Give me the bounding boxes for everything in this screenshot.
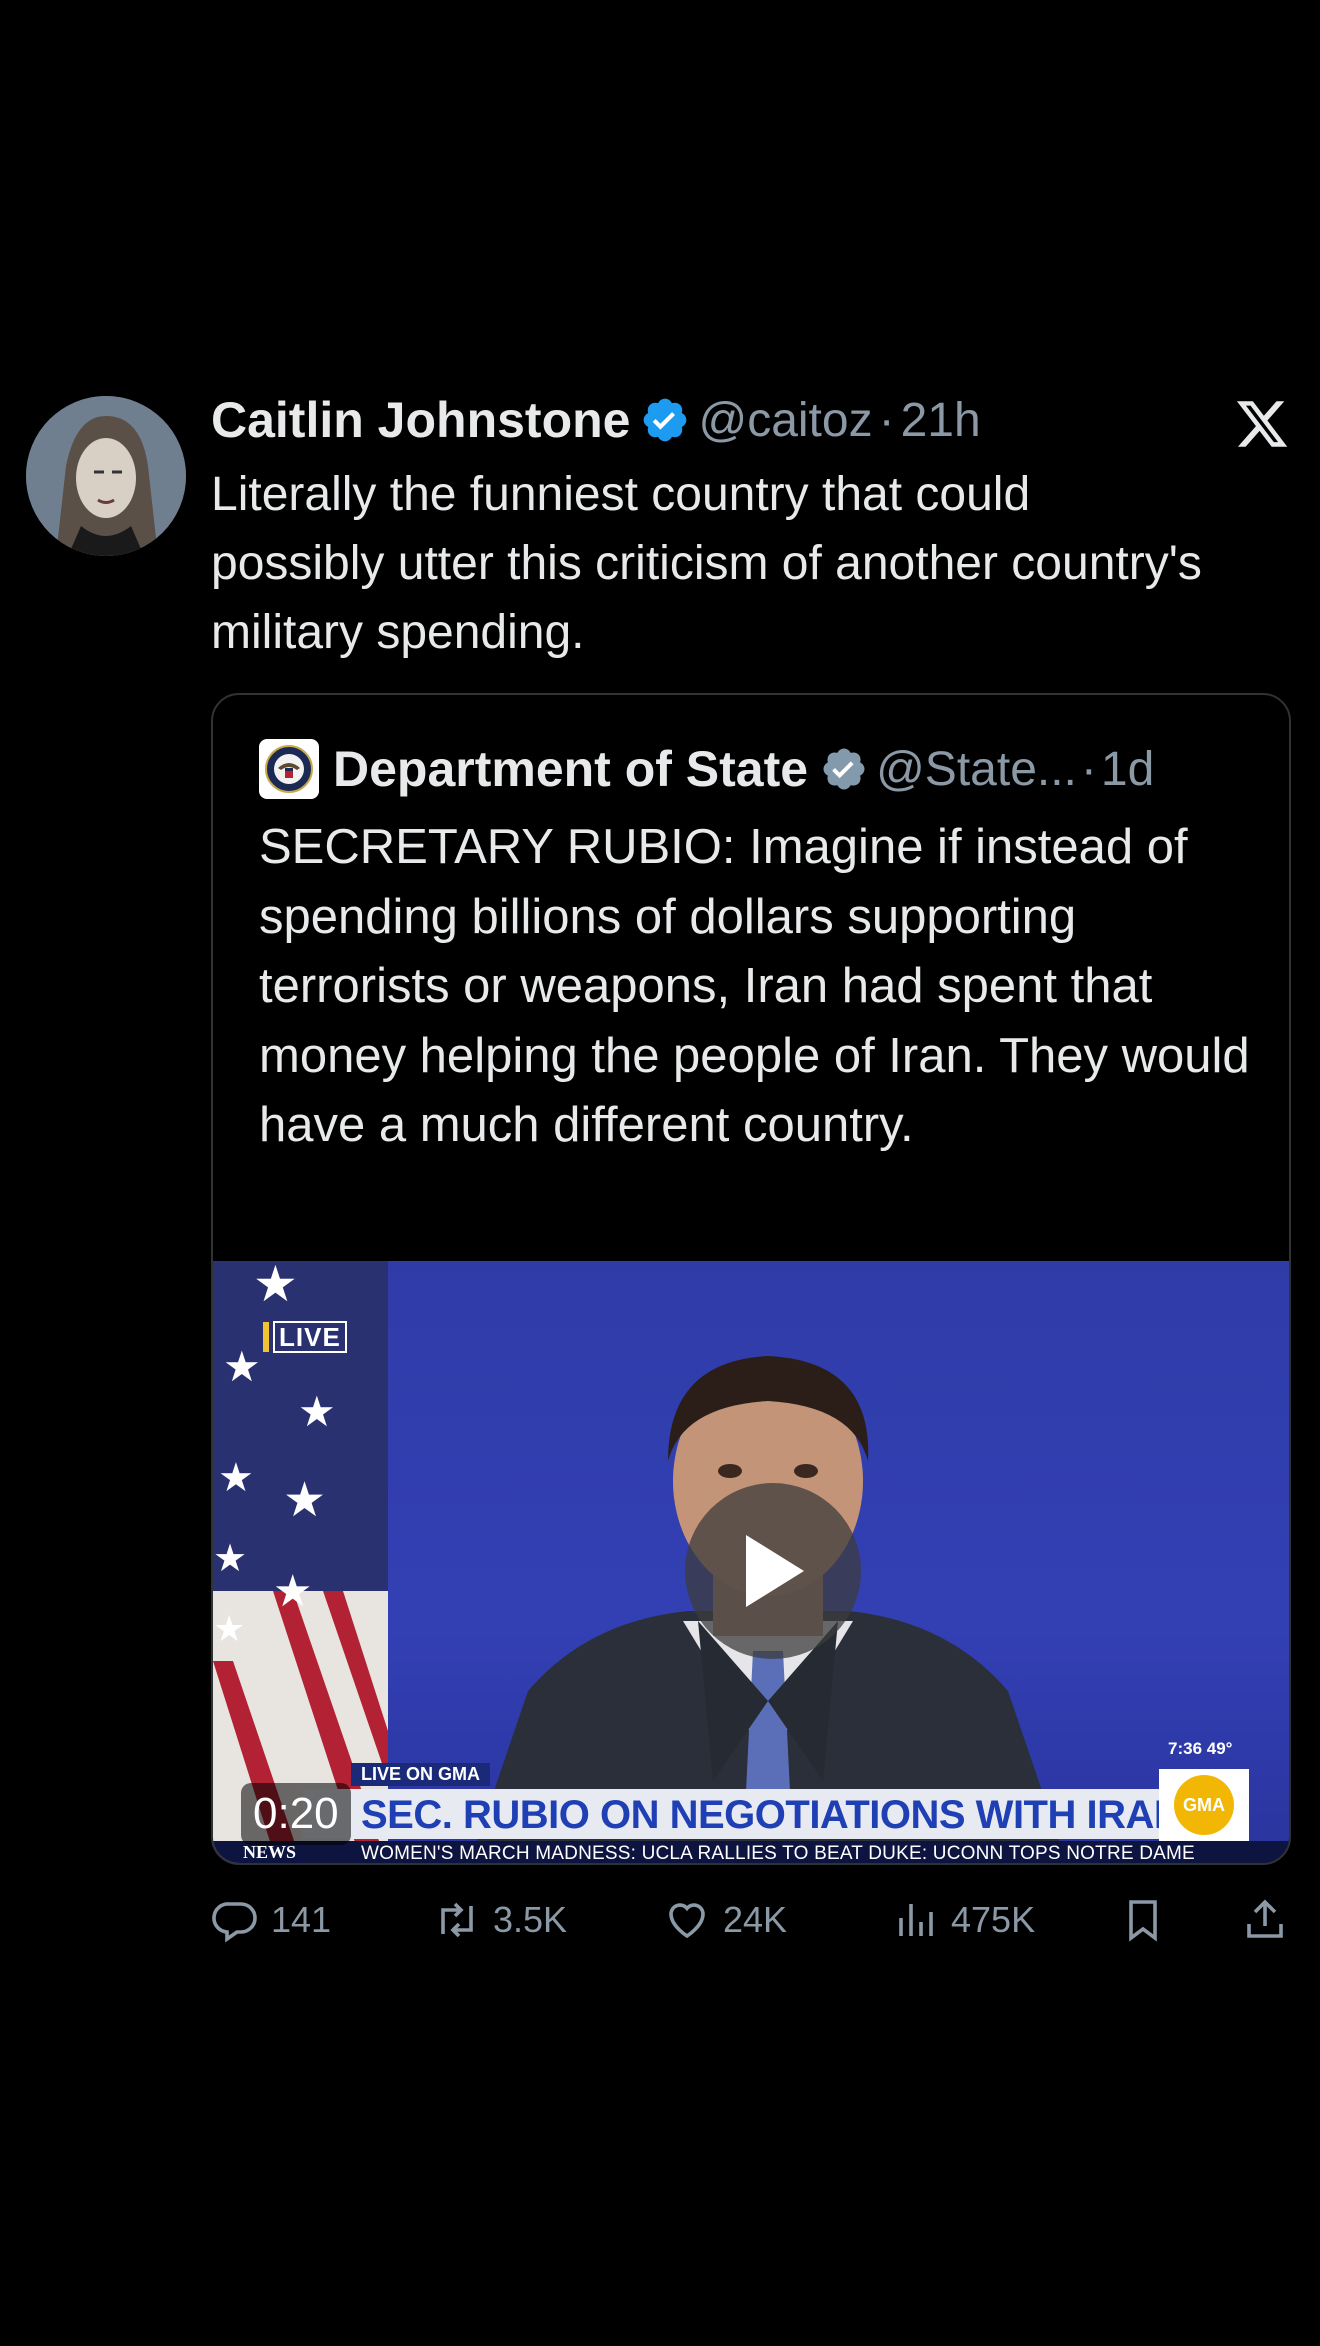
repost-count: 3.5K [493, 1899, 568, 1940]
live-bar [263, 1322, 269, 1352]
separator-dot: · [1080, 742, 1097, 796]
share-icon [1247, 1899, 1283, 1938]
svg-text:★: ★ [283, 1472, 326, 1528]
state-seal-avatar[interactable] [259, 739, 319, 799]
reply-icon [212, 1902, 257, 1943]
video-duration: 0:20 [241, 1783, 351, 1845]
like-button[interactable]: 24K [663, 1890, 787, 1950]
tweet-header: Caitlin Johnstone @caitoz · 21h [211, 390, 981, 450]
svg-text:★: ★ [273, 1566, 312, 1617]
tweet-time[interactable]: 21h [901, 393, 981, 448]
author-name[interactable]: Caitlin Johnstone [211, 391, 630, 449]
quote-author-handle[interactable]: @State... [876, 742, 1077, 797]
svg-text:★: ★ [298, 1387, 336, 1436]
video-player[interactable]: ★ ★ ★ ★ ★ ★ ★ ★ LIVE 7:36 49° LIVE ON GM… [213, 1261, 1289, 1864]
reply-count: 141 [271, 1899, 332, 1940]
quote-author-name[interactable]: Department of State [333, 740, 808, 798]
gma-logo-text: GMA [1174, 1775, 1234, 1835]
svg-text:★: ★ [218, 1455, 254, 1501]
verified-badge-icon [644, 398, 687, 442]
play-button[interactable] [685, 1483, 861, 1659]
repost-button[interactable]: 3.5K [433, 1890, 567, 1950]
avatar-portrait-icon [26, 396, 186, 556]
quoted-tweet[interactable]: Department of State @State... · 1d SECRE… [211, 693, 1291, 1865]
svg-text:★: ★ [223, 1342, 261, 1391]
svg-text:★: ★ [253, 1261, 298, 1313]
live-indicator: LIVE [263, 1321, 347, 1353]
ticker-network: NEWS [243, 1842, 297, 1862]
bookmark-icon [1129, 1900, 1157, 1942]
ticker-text: WOMEN'S MARCH MADNESS: UCLA RALLIES TO B… [361, 1843, 1195, 1864]
tweet-text: Literally the funniest country that coul… [211, 468, 1202, 659]
like-count: 24K [723, 1899, 788, 1940]
gma-logo: GMA [1159, 1769, 1249, 1841]
live-on-gma: LIVE ON GMA [351, 1763, 491, 1786]
verified-badge-icon [823, 748, 865, 790]
quote-text: SECRETARY RUBIO: Imagine if instead of s… [259, 820, 1250, 1152]
reply-button[interactable]: 141 [211, 1890, 331, 1950]
tv-clock: 7:36 49° [1168, 1739, 1233, 1758]
separator-dot: · [878, 393, 895, 447]
action-bar: 141 3.5K 24K 475K [211, 1890, 1291, 1950]
quote-header: Department of State @State... · 1d [259, 739, 1154, 799]
svg-text:★: ★ [213, 1536, 247, 1580]
views-button[interactable]: 475K [891, 1890, 1035, 1950]
views-count: 475K [951, 1899, 1036, 1940]
play-icon [746, 1535, 804, 1607]
live-label: LIVE [273, 1321, 347, 1353]
repost-icon [441, 1902, 473, 1938]
views-icon [899, 1904, 933, 1936]
x-logo-icon [1236, 401, 1288, 447]
like-icon [669, 1903, 705, 1939]
state-seal-icon [265, 745, 313, 793]
bookmark-button[interactable] [1119, 1890, 1179, 1950]
lower-third-text: SEC. RUBIO ON NEGOTIATIONS WITH IRAN [361, 1793, 1183, 1837]
author-avatar[interactable] [26, 396, 186, 556]
share-button[interactable] [1241, 1890, 1301, 1950]
svg-text:★: ★ [213, 1609, 245, 1650]
author-handle[interactable]: @caitoz [698, 393, 872, 448]
quote-time[interactable]: 1d [1101, 742, 1154, 797]
